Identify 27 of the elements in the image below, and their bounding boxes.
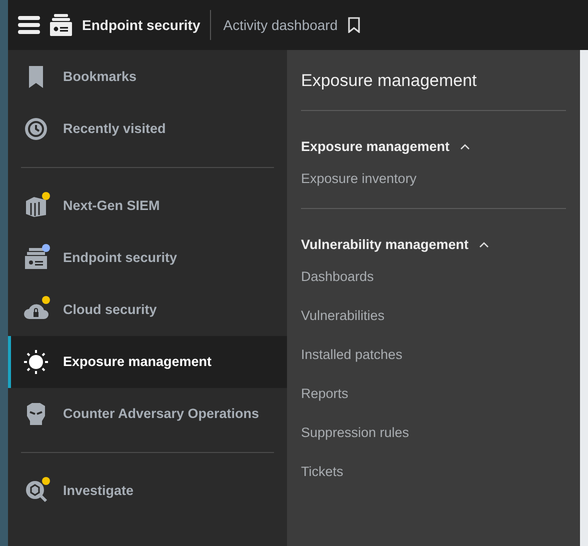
nav-item[interactable]: Counter Adversary Operations [8,388,287,440]
submenu-link[interactable]: Vulnerabilities [301,306,566,345]
submenu-link[interactable]: Suppression rules [301,423,566,462]
submenu-link[interactable]: Installed patches [301,345,566,384]
submenu-link[interactable]: Reports [301,384,566,423]
endpoint-icon [50,14,72,36]
submenu-link[interactable]: Dashboards [301,267,566,306]
nav-item[interactable]: Endpoint security [8,232,287,284]
endpoint-icon [23,245,49,271]
submenu-link[interactable]: Exposure inventory [301,168,566,208]
panel-title: Exposure management [301,70,478,92]
nav-item[interactable]: Next-Gen SIEM [8,180,287,232]
page-title[interactable]: Activity dashboard [210,10,338,40]
nav-item[interactable]: Recently visited [8,103,287,155]
menu-button[interactable] [18,13,40,37]
sun-icon [23,349,49,375]
section-header[interactable]: Exposure management [301,136,470,157]
nav-item[interactable]: Bookmarks [8,51,287,103]
section-header[interactable]: Vulnerability management [301,234,489,255]
nav-item[interactable]: Investigate [8,465,287,517]
product-title: Endpoint security [82,16,200,35]
submenu-link[interactable]: Tickets [301,462,566,501]
nav-item[interactable]: Cloud security [8,284,287,336]
magnifier-icon [23,478,49,504]
bookmark-icon[interactable] [348,17,360,33]
history-icon [23,116,49,142]
nav-item[interactable]: Exposure management [8,336,287,388]
